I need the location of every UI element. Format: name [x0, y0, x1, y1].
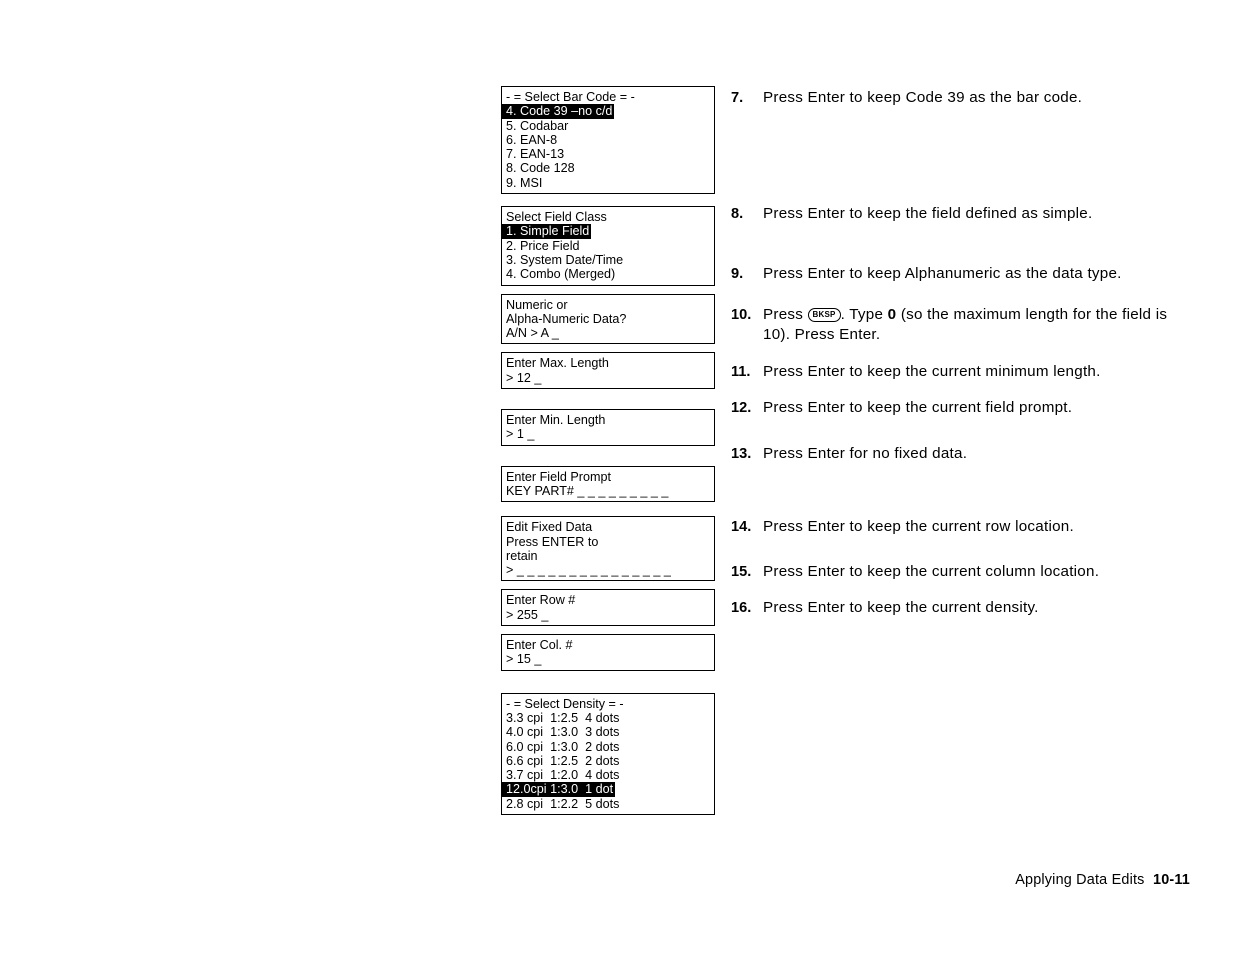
screen-line: Press ENTER to	[506, 534, 599, 549]
screen-line: Select Field Class	[506, 210, 607, 225]
screen-line: Edit Fixed Data	[506, 520, 593, 535]
screen-line-highlighted: 4. Code 39 –no c/d	[502, 104, 615, 119]
step-text: Press Enter to keep Alphanumeric as the …	[763, 265, 1122, 282]
screen-enter-min-length: Enter Min. Length > 1 _	[501, 409, 715, 446]
footer-spacer	[1145, 872, 1153, 888]
step-16: 16. Press Enter to keep the current dens…	[731, 598, 1191, 618]
screen-edit-fixed-data: Edit Fixed Data Press ENTER to retain > …	[501, 516, 715, 582]
step-number: 13.	[731, 446, 752, 462]
step-number: 7.	[731, 90, 744, 106]
step-11: 11. Press Enter to keep the current mini…	[731, 362, 1131, 382]
screen-line: Numeric or	[506, 297, 568, 312]
step-10: 10. Press BKSP. Type 0 (so the maximum l…	[731, 305, 1191, 345]
screen-line: Enter Row #	[506, 593, 576, 608]
screen-enter-field-prompt: Enter Field Prompt KEY PART# _ _ _ _ _ _…	[501, 465, 715, 503]
screen-line-highlighted: 12.0cpi 1:3.0 1 dot	[502, 782, 616, 797]
page-footer: Applying Data Edits 10-11	[1015, 872, 1190, 888]
screen-select-density: - = Select Density = - 3.3 cpi 1:2.5 4 d…	[501, 692, 715, 815]
step-text-prefix: Press	[763, 306, 808, 323]
screen-enter-col-number: Enter Col. # > 15 _	[501, 634, 715, 671]
step-7: 7. Press Enter to keep Code 39 as the ba…	[731, 88, 1191, 108]
screen-line: KEY PART# _ _ _ _ _ _ _ _ _	[506, 483, 669, 498]
screen-numeric-or-alpha-numeric: Numeric or Alpha-Numeric Data? A/N > A _	[501, 293, 715, 345]
screen-line: 3.7 cpi 1:2.0 4 dots	[506, 768, 620, 783]
screen-line: retain	[506, 548, 538, 563]
screen-enter-max-length: Enter Max. Length > 12 _	[501, 352, 715, 390]
step-14: 14. Press Enter to keep the current row …	[731, 517, 1191, 537]
footer-title: Applying Data Edits	[1015, 872, 1145, 888]
screen-line: > 12 _	[506, 370, 542, 385]
step-number: 16.	[731, 600, 752, 616]
screen-line: 6.0 cpi 1:3.0 2 dots	[506, 739, 620, 754]
screen-line: Enter Field Prompt	[506, 469, 611, 484]
step-number: 10.	[731, 307, 752, 323]
screen-line: > 1 _	[506, 427, 535, 442]
device-screens-column: - = Select Bar Code = - 4. Code 39 –no c…	[501, 86, 715, 815]
step-text: Press Enter to keep the current column l…	[763, 563, 1100, 580]
screen-line-row: 4. Code 39 –no c/d	[502, 104, 714, 119]
screen-enter-row-number: Enter Row # > 255 _	[501, 589, 715, 627]
screen-select-bar-code: - = Select Bar Code = - 4. Code 39 –no c…	[501, 86, 715, 195]
step-15: 15. Press Enter to keep the current colu…	[731, 562, 1131, 582]
step-13: 13. Press Enter for no fixed data.	[731, 444, 1191, 464]
screen-line: > 255 _	[506, 607, 549, 622]
screen-line: 5. Codabar	[506, 118, 569, 133]
step-text: Press Enter to keep the current minimum …	[763, 363, 1101, 380]
screen-line: 6. EAN-8	[506, 132, 558, 147]
footer-page-number: 10-11	[1152, 872, 1190, 888]
step-text: Press Enter to keep the field defined as…	[763, 205, 1093, 222]
step-text: Press BKSP. Type 0 (so the maximum lengt…	[763, 305, 1191, 345]
screen-line: Enter Max. Length	[506, 356, 609, 371]
screen-line-highlighted: 1. Simple Field	[502, 224, 592, 239]
step-text: Press Enter to keep the current field pr…	[763, 399, 1073, 416]
screen-line: - = Select Bar Code = -	[506, 90, 635, 104]
bksp-key-icon: BKSP	[807, 308, 841, 322]
step-number: 15.	[731, 564, 752, 580]
screen-line: A/N > A _	[506, 326, 559, 341]
step-text: Press Enter for no fixed data.	[763, 445, 968, 462]
screen-line-row: 1. Simple Field	[502, 224, 714, 239]
screen-line: 9. MSI	[506, 175, 543, 190]
screen-line: 2.8 cpi 1:2.2 5 dots	[506, 796, 620, 811]
screen-line: 4.0 cpi 1:3.0 3 dots	[506, 725, 620, 740]
step-number: 14.	[731, 519, 752, 535]
step-number: 9.	[731, 266, 744, 282]
screen-line: - = Select Density = -	[506, 696, 624, 711]
screen-line-row: 12.0cpi 1:3.0 1 dot	[502, 782, 714, 797]
step-text: Press Enter to keep the current row loca…	[763, 518, 1074, 535]
instruction-steps-column: 7. Press Enter to keep Code 39 as the ba…	[731, 88, 1191, 618]
screen-line: 2. Price Field	[506, 238, 580, 253]
screen-line: 3. System Date/Time	[506, 252, 624, 267]
step-text: Press Enter to keep Code 39 as the bar c…	[763, 89, 1083, 106]
screen-line: 6.6 cpi 1:2.5 2 dots	[506, 753, 620, 768]
screen-line: 8. Code 128	[506, 161, 575, 176]
screen-line: 4. Combo (Merged)	[506, 267, 616, 282]
screen-line: Enter Min. Length	[506, 413, 606, 428]
step-number: 12.	[731, 400, 752, 416]
step-text-middle: . Type	[840, 306, 888, 323]
screen-line: 3.3 cpi 1:2.5 4 dots	[506, 710, 620, 725]
step-9: 9. Press Enter to keep Alphanumeric as t…	[731, 264, 1191, 284]
screen-line: 7. EAN-13	[506, 147, 565, 162]
screen-select-field-class: Select Field Class 1. Simple Field 2. Pr…	[501, 206, 715, 286]
step-text: Press Enter to keep the current density.	[763, 599, 1039, 616]
step-number: 11.	[731, 364, 751, 380]
step-number: 8.	[731, 206, 744, 222]
screen-line: Alpha-Numeric Data?	[506, 311, 627, 326]
screen-line: > 15 _	[506, 652, 542, 667]
screen-line: > _ _ _ _ _ _ _ _ _ _ _ _ _ _ _	[506, 563, 671, 578]
step-8: 8. Press Enter to keep the field defined…	[731, 204, 1141, 224]
screen-line: Enter Col. #	[506, 638, 573, 653]
step-12: 12. Press Enter to keep the current fiel…	[731, 398, 1191, 418]
